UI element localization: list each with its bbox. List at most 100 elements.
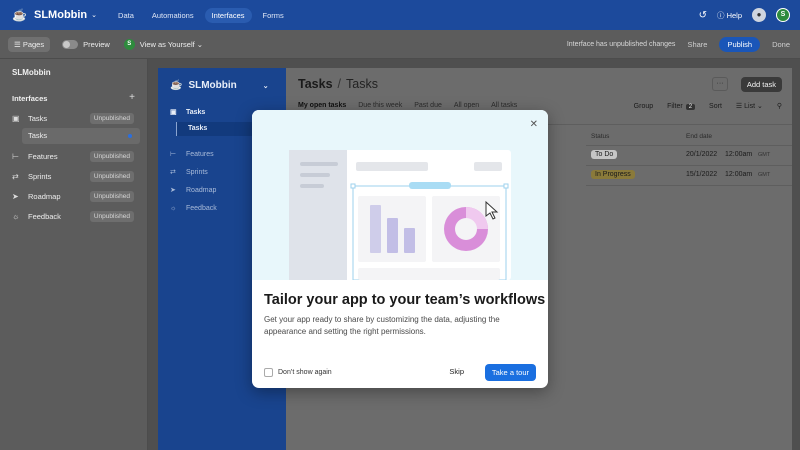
shuffle-icon: ⇄: [170, 169, 176, 176]
base-name[interactable]: SLMobbin: [34, 9, 87, 21]
sidebar-item-label: Features: [28, 151, 58, 161]
skip-button[interactable]: Skip: [449, 367, 464, 376]
list-icon: ☰: [735, 103, 743, 110]
add-interface-icon[interactable]: +: [129, 92, 135, 103]
preview-toggle[interactable]: [62, 39, 79, 49]
notifications-icon[interactable]: ●: [752, 8, 766, 22]
app-name: SLMobbin: [188, 80, 237, 91]
modal-title: Tailor your app to your team’s workflows: [264, 292, 546, 308]
end-time-cell: 12:00am: [725, 171, 753, 178]
close-icon[interactable]: ✕: [530, 119, 538, 130]
help-link[interactable]: ⓘ Help: [717, 10, 742, 21]
onboarding-illustration: ✕: [252, 110, 548, 281]
nav-tab-interfaces[interactable]: Interfaces: [204, 7, 252, 23]
view-as-label: View as Yourself: [139, 39, 195, 49]
rocket-icon: ➤: [12, 191, 19, 201]
rocket-icon: ➤: [170, 187, 176, 194]
interfaces-section-label: Interfaces: [12, 94, 48, 103]
page-title: Tasks / Tasks: [298, 77, 378, 91]
row-divider: [586, 165, 792, 166]
base-logo-icon[interactable]: ☕: [12, 8, 27, 22]
nav-tab-forms[interactable]: Forms: [256, 8, 291, 23]
sidebar-item-label: Feedback: [28, 211, 61, 221]
shuffle-icon: ⇄: [12, 171, 19, 181]
sidebar-item-feedback[interactable]: ☼ Feedback Unpublished: [12, 208, 140, 224]
share-button[interactable]: Share: [687, 40, 707, 49]
unpublished-badge: Unpublished: [89, 190, 134, 202]
dont-show-again-label[interactable]: Don’t show again: [278, 369, 332, 376]
sidebar-item-features[interactable]: ⊢ Features Unpublished: [12, 148, 140, 164]
filter-label: Filter: [667, 102, 683, 110]
end-date-cell: 15/1/2022: [686, 171, 718, 178]
status-badge: To Do: [591, 150, 618, 159]
page-title-sub: Tasks: [346, 77, 378, 91]
view-as-dropdown[interactable]: View as Yourself ⌄: [140, 40, 203, 49]
unpublished-notice: Interface has unpublished changes: [566, 41, 676, 48]
interface-toolbar: ☰ Pages Preview S View as Yourself ⌄ Int…: [0, 30, 800, 59]
modal-description: Get your app ready to share by customizi…: [264, 315, 500, 336]
dont-show-again-checkbox[interactable]: [264, 367, 273, 377]
view-tools: Group Filter 2 Sort ☰ List ⌄ ⚲: [634, 102, 782, 111]
sidebar-item-label: Sprints: [28, 171, 52, 181]
column-header-end-date[interactable]: End date: [686, 133, 712, 140]
done-button[interactable]: Done: [772, 40, 790, 49]
take-a-tour-button[interactable]: Take a tour: [484, 364, 536, 381]
hierarchy-icon: ⊢: [12, 151, 19, 161]
app-name-header[interactable]: ☕ SLMobbin ⌄: [170, 80, 269, 91]
chevron-down-icon: ⌄: [756, 103, 763, 110]
nav-tab-data[interactable]: Data: [111, 8, 141, 23]
pages-sidebar-title: SLMobbin: [12, 68, 51, 77]
sidebar-item-tasks[interactable]: ▣ Tasks Unpublished: [12, 110, 140, 126]
filter-button[interactable]: Filter 2: [667, 102, 696, 110]
group-button[interactable]: Group: [634, 103, 653, 110]
row-divider: [586, 185, 792, 186]
search-icon[interactable]: ⚲: [777, 102, 782, 110]
page-icon: ▣: [12, 113, 20, 123]
app-builder-illustration: [289, 150, 511, 281]
column-header-status[interactable]: Status: [591, 133, 609, 140]
chevron-down-icon[interactable]: ⌄: [91, 11, 97, 19]
title-separator: /: [337, 77, 341, 91]
sidebar-item-roadmap[interactable]: ➤ Roadmap Unpublished: [12, 188, 140, 204]
help-icon: ⓘ: [716, 10, 725, 20]
onboarding-modal: ✕ Tailor your app to your team’s workflo…: [252, 110, 548, 388]
timezone-label: GMT: [758, 172, 771, 178]
unpublished-badge: Unpublished: [89, 112, 134, 124]
row-divider: [586, 145, 792, 146]
toolbar-right: Interface has unpublished changes Share …: [567, 30, 790, 59]
publish-button[interactable]: Publish: [719, 37, 761, 52]
modal-footer: Don’t show again Skip Take a tour: [264, 364, 536, 381]
top-right-actions: ↺ ⓘ Help ● S: [699, 0, 790, 30]
view-switcher[interactable]: ☰ List ⌄: [736, 102, 763, 110]
app-nav-label: Roadmap: [186, 186, 217, 194]
history-icon[interactable]: ↺: [699, 10, 707, 21]
sidebar-item-sprints[interactable]: ⇄ Sprints Unpublished: [12, 168, 140, 184]
page-icon: ▣: [170, 109, 177, 116]
filter-count-badge: 2: [685, 103, 696, 110]
sort-button[interactable]: Sort: [709, 103, 722, 110]
lightbulb-icon: ☼: [12, 211, 20, 221]
app-nav-label: Features: [186, 150, 214, 158]
user-avatar[interactable]: S: [776, 8, 790, 22]
pages-label: Pages: [22, 39, 45, 49]
nav-tab-automations[interactable]: Automations: [145, 8, 201, 23]
pages-button[interactable]: ☰ Pages: [8, 36, 51, 52]
sidebar-subitem-tasks[interactable]: Tasks: [22, 128, 140, 144]
unpublished-dot: [128, 134, 132, 138]
chevron-down-icon: ⌄: [196, 39, 204, 49]
hierarchy-icon: ⊢: [170, 151, 177, 158]
add-task-button[interactable]: Add task: [740, 77, 782, 92]
app-nav-label: Tasks: [186, 108, 206, 116]
pages-sidebar: SLMobbin Interfaces + ▣ Tasks Unpublishe…: [0, 59, 148, 450]
status-badge: In Progress: [591, 170, 635, 179]
top-navigation-bar: ☕ SLMobbin ⌄ Data Automations Interfaces…: [0, 0, 800, 30]
top-nav-tabs: Data Automations Interfaces Forms: [111, 7, 291, 23]
sidebar-item-label: Tasks: [28, 113, 48, 123]
menu-icon: ☰: [14, 39, 21, 49]
more-options-button[interactable]: ···: [712, 77, 728, 91]
sidebar-item-label: Roadmap: [28, 191, 61, 201]
lightbulb-icon: ☼: [170, 204, 177, 212]
unpublished-badge: Unpublished: [89, 210, 134, 222]
sidebar-subitem-label: Tasks: [28, 131, 48, 140]
timezone-label: GMT: [758, 152, 771, 158]
